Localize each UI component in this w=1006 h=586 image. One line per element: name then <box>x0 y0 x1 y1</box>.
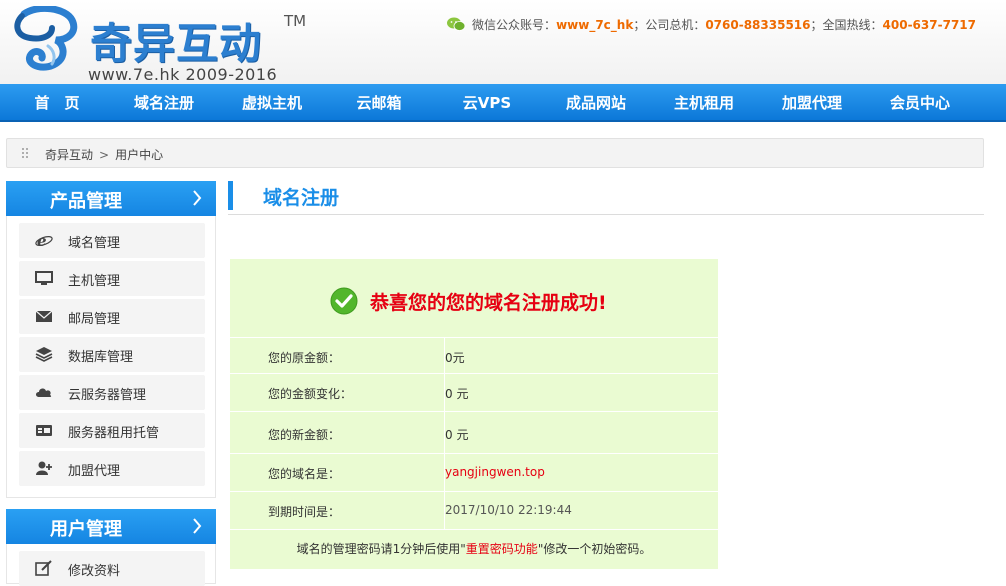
success-message: 恭喜您的您的域名注册成功! <box>370 292 607 314</box>
site-logo[interactable]: 奇异互动 TM www.7e.hk 2009-2016 <box>8 4 308 84</box>
sidebar-item-label: 数据库管理 <box>68 350 134 365</box>
row-key: 您的金额变化： <box>268 387 353 401</box>
password-note: 域名的管理密码请1分钟后使用"重置密码功能"修改一个初始密码。 <box>230 540 718 557</box>
hotline-label: ；全国热线： <box>810 18 883 32</box>
wechat-account: www_7c_hk <box>556 18 634 32</box>
logo-glyph-icon <box>14 6 78 71</box>
table-row: 到期时间是： 2017/10/10 22:19:44 <box>230 491 718 529</box>
row-value: 0元 <box>445 351 465 365</box>
sidebar-item-domain-management[interactable]: e 域名管理 <box>19 223 205 258</box>
nav-home[interactable]: 首 页 <box>18 84 96 122</box>
sidebar-item-host-management[interactable]: 主机管理 <box>19 261 205 296</box>
title-accent-bar <box>228 181 233 210</box>
contact-info: 微信公众账号：www_7c_hk；公司总机：0760-88335516；全国热线… <box>446 16 976 33</box>
hotline-number: 400-637-7717 <box>882 18 976 32</box>
logo-subtitle: www.7e.hk 2009-2016 <box>88 65 278 84</box>
table-row: 您的金额变化： 0 元 <box>230 373 718 411</box>
breadcrumb-home[interactable]: 奇异互动 <box>45 148 93 162</box>
note-text-after: "修改一个初始密码。 <box>537 542 652 556</box>
wechat-label: 微信公众账号： <box>472 18 557 32</box>
page-title-bar: 域名注册 <box>228 181 984 215</box>
domain-name-value: yangjingwen.top <box>445 465 545 479</box>
wechat-icon <box>447 17 466 31</box>
sidebar-item-database-management[interactable]: 数据库管理 <box>19 337 205 372</box>
nav-cloud-vps[interactable]: 云VPS <box>452 84 522 122</box>
reset-password-link[interactable]: 重置密码功能 <box>466 542 538 556</box>
row-key: 到期时间是： <box>268 505 341 519</box>
nav-member-center[interactable]: 会员中心 <box>880 84 960 122</box>
expiry-time-value: 2017/10/10 22:19:44 <box>445 503 572 517</box>
cloud-icon <box>36 388 52 397</box>
edit-icon <box>35 560 52 576</box>
breadcrumb-current: 用户中心 <box>115 148 164 162</box>
result-panel: 恭喜您的您的域名注册成功! 您的原金额： 0元 您的金额变化： 0 元 您的新金… <box>230 259 718 569</box>
site-header: 奇异互动 TM www.7e.hk 2009-2016 微信公众账号：www_7… <box>0 0 1006 84</box>
main-nav: 首 页 域名注册 虚拟主机 云邮箱 云VPS 成品网站 主机租用 加盟代理 会员… <box>0 84 1006 122</box>
grip-icon <box>22 148 28 158</box>
table-row: 您的域名是： yangjingwen.top <box>230 453 718 491</box>
check-circle-icon <box>330 287 358 315</box>
user-management-header[interactable]: 用户管理 <box>6 509 216 544</box>
server-icon <box>36 425 52 436</box>
product-management-header[interactable]: 产品管理 <box>6 181 216 216</box>
sidebar-item-edit-profile[interactable]: 修改资料 <box>19 551 205 586</box>
sidebar-item-label: 域名管理 <box>68 236 121 251</box>
table-row: 您的新金额： 0 元 <box>230 411 718 453</box>
page-title: 域名注册 <box>263 187 340 209</box>
sidebar-item-label: 服务器租用托管 <box>68 426 160 441</box>
sidebar-item-cloud-server-management[interactable]: 云服务器管理 <box>19 375 205 410</box>
sidebar-item-label: 加盟代理 <box>68 464 121 479</box>
nav-server-rental[interactable]: 主机租用 <box>664 84 744 122</box>
sidebar-item-label: 云服务器管理 <box>68 388 147 403</box>
nav-franchise[interactable]: 加盟代理 <box>772 84 852 122</box>
nav-ready-websites[interactable]: 成品网站 <box>556 84 636 122</box>
logo-trademark: TM <box>284 12 307 30</box>
sidebar-item-label: 邮局管理 <box>68 312 121 327</box>
nav-cloud-mail[interactable]: 云邮箱 <box>344 84 414 122</box>
sidebar-item-franchise[interactable]: 加盟代理 <box>19 451 205 486</box>
monitor-icon <box>35 271 53 285</box>
add-user-icon <box>36 461 52 475</box>
chevron-right-icon <box>193 190 202 206</box>
database-icon <box>35 347 53 362</box>
product-management-title: 产品管理 <box>50 191 122 212</box>
product-menu: e 域名管理 主机管理 邮局管理 数据库管理 云服务器管理 服务器租用托管 加盟… <box>6 216 216 498</box>
row-key: 您的原金额： <box>268 351 341 365</box>
mail-icon <box>35 310 53 322</box>
user-menu: 修改资料 <box>6 544 216 586</box>
note-text-before: 域名的管理密码请1分钟后使用" <box>296 542 466 556</box>
row-key: 您的新金额： <box>268 428 341 442</box>
nav-virtual-host[interactable]: 虚拟主机 <box>232 84 312 122</box>
user-management-title: 用户管理 <box>50 519 122 540</box>
ie-icon: e <box>35 232 53 249</box>
logo-text: 奇异互动 <box>90 19 263 68</box>
phone-label: ；公司总机： <box>633 18 706 32</box>
table-bottom-border <box>230 529 718 530</box>
row-key: 您的域名是： <box>268 467 341 481</box>
chevron-right-icon <box>193 518 202 534</box>
breadcrumb: 奇异互动 > 用户中心 <box>6 138 984 168</box>
sidebar-item-label: 主机管理 <box>68 274 121 289</box>
nav-domain-registration[interactable]: 域名注册 <box>124 84 204 122</box>
breadcrumb-separator: > <box>99 148 110 162</box>
row-value: 0 元 <box>445 387 469 401</box>
sidebar-item-label: 修改资料 <box>68 564 121 579</box>
table-row: 您的原金额： 0元 <box>230 337 718 373</box>
sidebar-item-server-hosting[interactable]: 服务器租用托管 <box>19 413 205 448</box>
row-value: 0 元 <box>445 428 469 442</box>
sidebar-item-mail-management[interactable]: 邮局管理 <box>19 299 205 334</box>
company-phone: 0760-88335516 <box>705 18 811 32</box>
